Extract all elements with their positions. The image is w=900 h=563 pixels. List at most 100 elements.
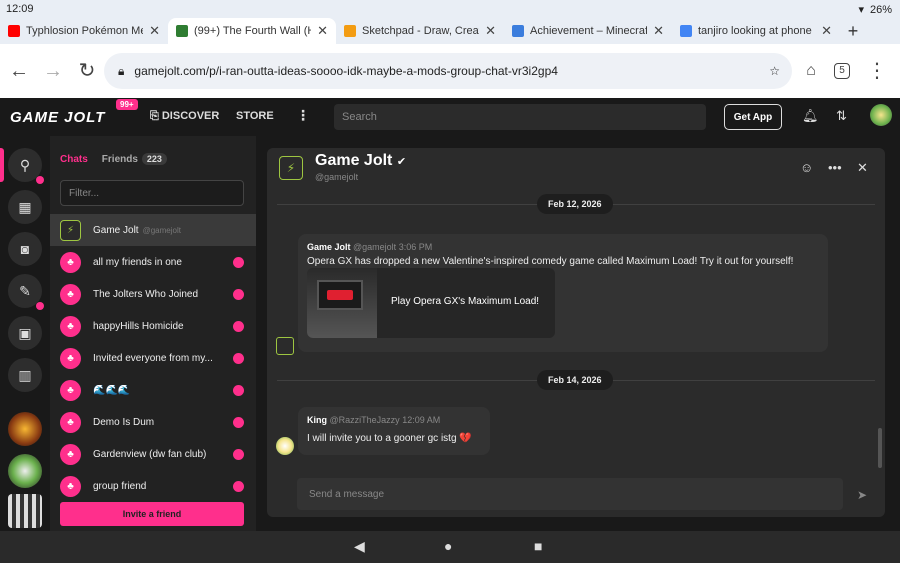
chat-name: Gardenview (dw fan club): [93, 448, 207, 460]
scrollbar[interactable]: [878, 428, 882, 468]
discover-link[interactable]: ⎘ DISCOVER: [150, 110, 219, 123]
rail-chat-button[interactable]: ⚲: [8, 148, 44, 184]
send-icon[interactable]: ➤: [857, 488, 867, 502]
quests-icon: ✎: [19, 282, 31, 299]
rail-quests-button[interactable]: ✎: [8, 274, 44, 310]
group-icon: ♣: [60, 379, 81, 401]
chat-row[interactable]: ♣ 🌊🌊🌊: [50, 374, 256, 406]
get-app-button[interactable]: Get App: [724, 104, 782, 130]
chat-row[interactable]: ♣ Gardenview (dw fan club): [50, 438, 256, 470]
close-icon[interactable]: ✕: [149, 23, 160, 39]
search-input[interactable]: Search: [334, 104, 706, 130]
rail-backpack-button[interactable]: ◙: [8, 232, 42, 266]
chat-name: The Jolters Who Joined: [93, 288, 199, 300]
user-avatar[interactable]: [870, 104, 892, 126]
unread-dot: [233, 352, 244, 364]
new-tab-button[interactable]: +: [840, 18, 866, 44]
library-icon: ▥: [18, 366, 32, 383]
filter-input[interactable]: Filter...: [60, 180, 244, 206]
chat-window: ⚡︎ Game Jolt ✔ @gamejolt ☺︎ ••• ✕ Feb 12…: [267, 148, 885, 517]
rail-community-avatar[interactable]: [8, 494, 42, 528]
close-icon[interactable]: ✕: [857, 160, 868, 176]
browser-tab[interactable]: Sketchpad - Draw, Create, Sh ✕: [336, 18, 504, 44]
youtube-icon: [8, 25, 20, 37]
tab-title: Sketchpad - Draw, Create, Sh: [362, 25, 479, 37]
browser-tab-active[interactable]: (99+) The Fourth Wall (Hex ✕: [168, 18, 336, 44]
rail-creator-button[interactable]: ▣: [8, 316, 42, 350]
address-bar[interactable]: 🔒︎ gamejolt.com/p/i-ran-outta-ideas-sooo…: [104, 53, 792, 89]
link-embed[interactable]: Play Opera GX's Maximum Load!: [307, 268, 555, 338]
chat-row[interactable]: ♣ all my friends in one: [50, 246, 256, 278]
recents-icon[interactable]: ■: [534, 538, 542, 554]
close-icon[interactable]: ✕: [485, 23, 496, 39]
url-text[interactable]: gamejolt.com/p/i-ran-outta-ideas-soooo-i…: [134, 64, 759, 78]
chat-row-game-jolt[interactable]: ⚡︎ Game Jolt @gamejolt: [50, 214, 256, 246]
message-avatar[interactable]: [276, 337, 294, 355]
tab-chats[interactable]: Chats: [60, 154, 88, 165]
forward-arrow-icon[interactable]: →: [42, 60, 64, 82]
back-icon[interactable]: ◀: [354, 538, 365, 555]
message-input[interactable]: Send a message: [297, 478, 843, 510]
group-icon: ♣: [60, 315, 81, 337]
active-indicator: [0, 148, 4, 182]
activity-icon[interactable]: ⇅: [836, 108, 847, 124]
chat-name: group friend: [93, 480, 147, 492]
home-icon[interactable]: ●: [444, 538, 452, 554]
close-icon[interactable]: ✕: [653, 23, 664, 39]
chat-row[interactable]: ♣ group friend: [50, 470, 256, 502]
chat-row[interactable]: ♣ The Jolters Who Joined: [50, 278, 256, 310]
chat-row[interactable]: ♣ happyHills Homicide: [50, 310, 256, 342]
close-icon[interactable]: ✕: [821, 23, 832, 39]
rail-store-button[interactable]: ▦: [8, 190, 42, 224]
rail-library-button[interactable]: ▥: [8, 358, 42, 392]
battery-label: 26%: [869, 3, 892, 16]
unread-dot: [233, 256, 244, 268]
close-icon[interactable]: ✕: [317, 23, 328, 39]
chat-row[interactable]: ♣ Demo Is Dum: [50, 406, 256, 438]
gamejolt-avatar[interactable]: ⚡︎: [279, 156, 303, 180]
browser-tab[interactable]: Achievement – Minecraft W ✕: [504, 18, 672, 44]
chat-name: Game Jolt: [93, 224, 139, 236]
group-icon: ♣: [60, 283, 81, 305]
browser-tab[interactable]: Typhlosion Pokémon Meme ✕: [0, 18, 168, 44]
message-header: King @RazziTheJazzy 12:09 AM: [307, 415, 441, 425]
left-rail: ⚲ ▦ ◙ ✎ ▣ ▥: [0, 136, 50, 531]
store-icon: ▦: [18, 198, 32, 215]
browser-tab[interactable]: tanjiro looking at phone - Go ✕: [672, 18, 840, 44]
tab-title: tanjiro looking at phone - Go: [698, 25, 815, 37]
back-arrow-icon[interactable]: ←: [8, 60, 30, 82]
lock-icon: 🔒︎: [118, 63, 125, 78]
group-icon: ♣: [60, 443, 81, 465]
invite-friend-button[interactable]: Invite a friend: [60, 502, 244, 526]
bookmark-icon[interactable]: ☆: [769, 64, 780, 78]
options-icon[interactable]: •••: [828, 160, 842, 175]
chat-handle: @gamejolt: [142, 225, 181, 235]
chat-name: Invited everyone from my...: [93, 352, 213, 364]
tab-count-button[interactable]: 5: [834, 63, 850, 79]
tab-friends[interactable]: Friends 223: [102, 153, 167, 165]
group-icon: ♣: [60, 411, 81, 433]
chat-row[interactable]: ♣ Invited everyone from my...: [50, 342, 256, 374]
unread-dot: [233, 448, 244, 460]
minecraft-wiki-icon: [512, 25, 524, 37]
reload-icon[interactable]: ↻: [76, 60, 98, 82]
group-icon: ♣: [60, 475, 81, 497]
bot-icon: ▣: [18, 324, 32, 341]
gamejolt-logo[interactable]: GAME JOLT: [10, 109, 105, 126]
more-icon[interactable]: ⋮: [296, 107, 310, 124]
rail-community-avatar[interactable]: [8, 454, 42, 488]
more-menu-icon[interactable]: ⋮: [866, 60, 888, 82]
tab-bar: Typhlosion Pokémon Meme ✕ (99+) The Four…: [0, 18, 900, 44]
bell-icon[interactable]: 🔔︎: [802, 108, 819, 124]
store-link[interactable]: STORE: [236, 110, 274, 122]
rail-community-avatar[interactable]: [8, 412, 42, 446]
home-icon[interactable]: ⌂: [800, 60, 822, 82]
date-label: Feb 14, 2026: [537, 370, 613, 390]
unread-dot: [233, 480, 244, 492]
message-avatar[interactable]: [276, 437, 294, 455]
add-member-icon[interactable]: ☺︎: [800, 160, 813, 175]
message-bubble: Game Jolt @gamejolt 3:06 PM Opera GX has…: [298, 234, 828, 352]
android-nav-bar: ◀ ● ■: [0, 531, 900, 563]
unread-dot: [233, 384, 244, 396]
chat-list-panel: Chats Friends 223 Filter... ⚡︎ Game Jolt @…: [50, 136, 256, 531]
